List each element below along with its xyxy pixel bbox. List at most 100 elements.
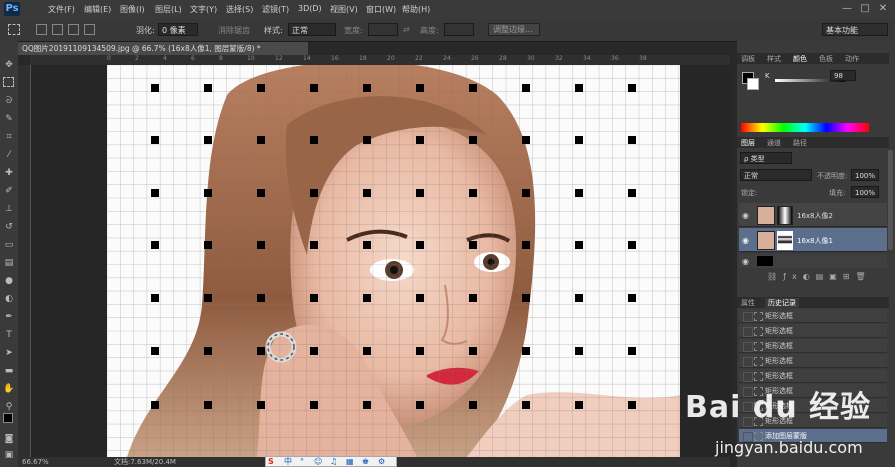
blur-tool-icon[interactable]: ● bbox=[3, 275, 15, 287]
ime-voice-icon[interactable]: ♫ bbox=[330, 457, 337, 467]
ime-settings-icon[interactable]: ⚙ bbox=[378, 457, 385, 467]
quick-select-tool-icon[interactable]: ✎ bbox=[3, 113, 15, 125]
menu-edit[interactable]: 编辑(E) bbox=[84, 4, 111, 15]
fill-input[interactable]: 100% bbox=[851, 186, 879, 198]
quick-mask-icon[interactable]: ◙ bbox=[3, 433, 15, 445]
height-input[interactable] bbox=[444, 23, 474, 36]
layer-row[interactable]: ◉ 16x8人像2 bbox=[739, 203, 887, 227]
panel-scrollbar[interactable] bbox=[888, 150, 893, 250]
layer-name[interactable]: 16x8人像1 bbox=[797, 236, 833, 246]
eyedropper-tool-icon[interactable]: ⁄ bbox=[3, 149, 15, 161]
ime-keyboard-icon[interactable]: ▦ bbox=[346, 457, 354, 467]
history-brush-tool-icon[interactable]: ↺ bbox=[3, 221, 15, 233]
tab-layers[interactable]: 图层 bbox=[741, 138, 755, 148]
history-item[interactable]: 矩形选框 bbox=[739, 324, 887, 338]
feather-input[interactable]: 0 像素 bbox=[158, 23, 198, 36]
layer-row[interactable]: ◉ 16x8人像1 bbox=[739, 228, 887, 252]
add-selection-icon[interactable] bbox=[52, 24, 63, 35]
new-selection-icon[interactable] bbox=[36, 24, 47, 35]
tab-color[interactable]: 颜色 bbox=[793, 54, 807, 64]
ime-skin-icon[interactable]: ♚ bbox=[362, 457, 369, 467]
eraser-tool-icon[interactable]: ▭ bbox=[3, 239, 15, 251]
intersect-selection-icon[interactable] bbox=[84, 24, 95, 35]
layer-row-background[interactable]: ◉ bbox=[739, 254, 887, 268]
gradient-tool-icon[interactable]: ▤ bbox=[3, 257, 15, 269]
tab-swatches[interactable]: 色板 bbox=[819, 54, 833, 64]
foreground-color-swatch[interactable] bbox=[3, 413, 13, 423]
swap-icon[interactable]: ⇄ bbox=[403, 25, 410, 34]
maximize-button[interactable]: □ bbox=[858, 3, 872, 15]
hand-tool-icon[interactable]: ✋ bbox=[3, 383, 15, 395]
color-spectrum[interactable] bbox=[741, 123, 869, 132]
menu-filter[interactable]: 滤镜(T) bbox=[262, 4, 289, 15]
crop-tool-icon[interactable]: ⌗ bbox=[3, 131, 15, 143]
tab-history[interactable]: 历史记录 bbox=[765, 298, 799, 308]
document-canvas[interactable] bbox=[107, 65, 680, 457]
layer-mask-thumbnail[interactable] bbox=[777, 231, 793, 250]
rect-marquee-tool-icon[interactable] bbox=[3, 77, 14, 87]
tab-actions[interactable]: 动作 bbox=[845, 54, 859, 64]
blend-mode-select[interactable]: 正常 bbox=[740, 169, 812, 181]
menu-type[interactable]: 文字(Y) bbox=[190, 4, 217, 15]
tab-channels[interactable]: 通道 bbox=[767, 138, 781, 148]
style-select[interactable]: 正常 bbox=[288, 23, 336, 36]
menu-view[interactable]: 视图(V) bbox=[330, 4, 358, 15]
document-tab[interactable]: QQ图片20191109134509.jpg @ 66.7% (16x8人像1,… bbox=[18, 42, 308, 55]
visibility-eye-icon[interactable]: ◉ bbox=[742, 211, 749, 220]
dodge-tool-icon[interactable]: ◐ bbox=[3, 293, 15, 305]
menu-file[interactable]: 文件(F) bbox=[48, 4, 75, 15]
k-value-input[interactable]: 98 bbox=[830, 70, 856, 81]
marquee-tool-icon[interactable] bbox=[8, 24, 20, 35]
menu-image[interactable]: 图像(I) bbox=[120, 4, 145, 15]
shape-tool-icon[interactable]: ▬ bbox=[3, 365, 15, 377]
layer-filter-select[interactable]: ρ 类型 bbox=[740, 152, 792, 164]
tab-adjustments[interactable]: 调板 bbox=[741, 54, 755, 64]
lasso-tool-icon[interactable]: ᘐ bbox=[3, 95, 15, 107]
move-tool-icon[interactable]: ✥ bbox=[3, 59, 15, 71]
screen-mode-icon[interactable]: ▣ bbox=[3, 449, 15, 461]
healing-tool-icon[interactable]: ✚ bbox=[3, 167, 15, 179]
menu-window[interactable]: 窗口(W) bbox=[366, 4, 396, 15]
history-item[interactable]: 矩形选框 bbox=[739, 354, 887, 368]
tab-properties[interactable]: 属性 bbox=[741, 298, 755, 308]
brush-tool-icon[interactable]: ✐ bbox=[3, 185, 15, 197]
layer-name[interactable]: 16x8人像2 bbox=[797, 211, 833, 221]
antialias-checkbox-label[interactable]: 消除锯齿 bbox=[218, 25, 250, 36]
layer-thumbnail bbox=[757, 256, 773, 266]
subtract-selection-icon[interactable] bbox=[68, 24, 79, 35]
ime-punct[interactable]: ° bbox=[300, 457, 304, 467]
grid-square bbox=[310, 294, 318, 302]
path-select-tool-icon[interactable]: ➤ bbox=[3, 347, 15, 359]
width-input[interactable] bbox=[368, 23, 398, 36]
background-swatch[interactable] bbox=[747, 78, 759, 90]
history-item[interactable]: 矩形选框 bbox=[739, 309, 887, 323]
menu-layer[interactable]: 图层(L) bbox=[155, 4, 182, 15]
type-tool-icon[interactable]: T bbox=[3, 329, 15, 341]
close-button[interactable]: ✕ bbox=[876, 3, 890, 15]
menu-select[interactable]: 选择(S) bbox=[226, 4, 253, 15]
zoom-tool-icon[interactable]: ⚲ bbox=[3, 401, 15, 413]
history-item[interactable]: 矩形选框 bbox=[739, 339, 887, 353]
visibility-eye-icon[interactable]: ◉ bbox=[742, 257, 749, 266]
refine-edge-button[interactable]: 调整边缘... bbox=[488, 23, 540, 36]
ime-emoji-icon[interactable]: ☺ bbox=[314, 457, 322, 467]
grid-square bbox=[310, 241, 318, 249]
tab-styles[interactable]: 样式 bbox=[767, 54, 781, 64]
opacity-input[interactable]: 100% bbox=[851, 169, 879, 181]
minimize-button[interactable]: — bbox=[840, 3, 854, 15]
layer-mask-thumbnail[interactable] bbox=[777, 206, 793, 225]
tab-paths[interactable]: 路径 bbox=[793, 138, 807, 148]
pen-tool-icon[interactable]: ✒ bbox=[3, 311, 15, 323]
menu-3d[interactable]: 3D(D) bbox=[298, 4, 322, 13]
visibility-eye-icon[interactable]: ◉ bbox=[742, 236, 749, 245]
history-item[interactable]: 矩形选框 bbox=[739, 369, 887, 383]
menu-help[interactable]: 帮助(H) bbox=[402, 4, 430, 15]
layer-actions[interactable]: ⛓ƒx◐▤▣⊞🗑 bbox=[767, 272, 887, 282]
ime-chinese-mode[interactable]: 中 bbox=[284, 457, 292, 467]
document-info[interactable]: 文档:7.63M/20.4M bbox=[114, 457, 176, 467]
zoom-level[interactable]: 66.67% bbox=[22, 457, 49, 467]
workspace-select[interactable]: 基本功能 bbox=[822, 23, 888, 36]
sogou-logo[interactable]: S bbox=[268, 457, 274, 467]
ruler-tick: 16 bbox=[331, 55, 339, 62]
stamp-tool-icon[interactable]: ⊥ bbox=[3, 203, 15, 215]
